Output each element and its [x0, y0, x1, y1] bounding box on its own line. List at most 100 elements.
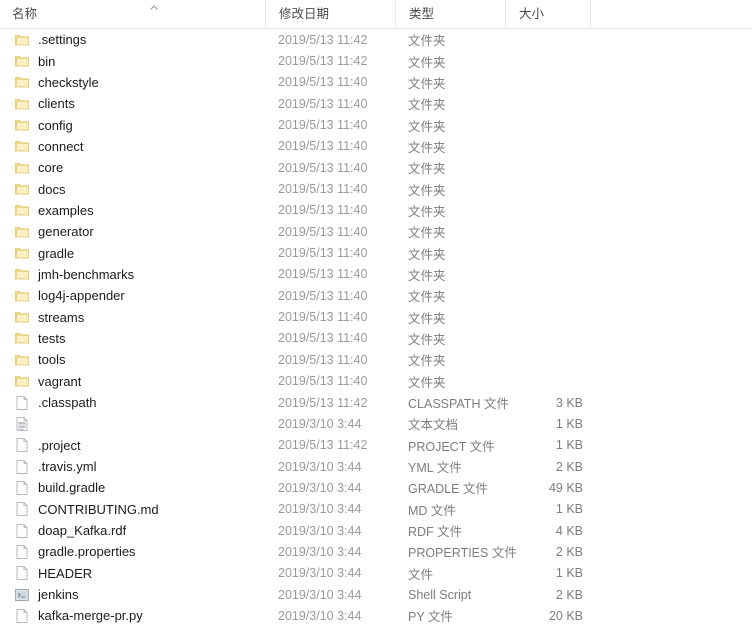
date-modified-cell: 2019/3/10 3:44: [278, 587, 362, 602]
file-type-cell: PROJECT 文件: [408, 439, 495, 454]
file-list-row[interactable]: vagrant 2019/5/13 11:40 文件夹: [0, 371, 752, 392]
file-list-row[interactable]: .travis.yml 2019/3/10 3:44 YML 文件 2 KB: [0, 456, 752, 477]
file-name-cell[interactable]: HEADER: [0, 565, 265, 581]
file-name-cell[interactable]: build.gradle: [0, 480, 265, 496]
file-name-cell[interactable]: core: [0, 160, 265, 176]
file-list-row[interactable]: CONTRIBUTING.md 2019/3/10 3:44 MD 文件 1 KB: [0, 499, 752, 520]
date-modified-cell: 2019/5/13 11:40: [278, 331, 368, 346]
file-list-row[interactable]: generator 2019/5/13 11:40 文件夹: [0, 221, 752, 242]
file-name-cell[interactable]: checkstyle: [0, 74, 265, 90]
file-type-cell: 文本文档: [408, 418, 459, 433]
file-list-row[interactable]: log4j-appender 2019/5/13 11:40 文件夹: [0, 285, 752, 306]
date-modified-cell: 2019/3/10 3:44: [278, 480, 362, 495]
file-name-label: kafka-merge-pr.py: [38, 608, 143, 624]
file-name-label: .project: [38, 437, 81, 453]
file-size-cell: 2 KB: [555, 544, 583, 559]
folder-icon: [14, 224, 30, 240]
file-explorer-list-view: 名称 修改日期 类型 大小 .settings 2019/5/13 11:42 文件…: [0, 0, 752, 624]
date-modified-cell: 2019/5/13 11:40: [278, 288, 368, 303]
folder-icon: [14, 181, 30, 197]
file-name-cell[interactable]: config: [0, 117, 265, 133]
column-header-right-divider: [590, 0, 591, 28]
date-modified-cell: 2019/3/10 3:44: [278, 544, 362, 559]
file-name-cell[interactable]: tests: [0, 330, 265, 346]
file-size-cell: 1 KB: [555, 438, 583, 453]
file-list-row[interactable]: jmh-benchmarks 2019/5/13 11:40 文件夹: [0, 264, 752, 285]
file-type-cell: 文件夹: [408, 375, 446, 390]
file-name-label: jenkins: [38, 587, 79, 603]
file-name-label: config: [38, 117, 73, 133]
file-icon: [14, 544, 30, 560]
file-list-row[interactable]: docs 2019/5/13 11:40 文件夹: [0, 178, 752, 199]
file-name-cell[interactable]: doap_Kafka.rdf: [0, 523, 265, 539]
file-list-row[interactable]: .settings 2019/5/13 11:42 文件夹: [0, 29, 752, 50]
folder-icon: [14, 202, 30, 218]
file-list-row[interactable]: clients 2019/5/13 11:40 文件夹: [0, 93, 752, 114]
file-list-row[interactable]: tools 2019/5/13 11:40 文件夹: [0, 349, 752, 370]
file-name-cell[interactable]: streams: [0, 309, 265, 325]
file-list-row[interactable]: doap_Kafka.rdf 2019/3/10 3:44 RDF 文件 4 KB: [0, 520, 752, 541]
file-name-label: generator: [38, 224, 94, 240]
folder-icon: [14, 330, 30, 346]
folder-icon: [14, 53, 30, 69]
column-header-name[interactable]: 名称: [0, 0, 265, 28]
file-name-cell[interactable]: log4j-appender: [0, 288, 265, 304]
file-name-label: .travis.yml: [38, 459, 97, 475]
file-list-row[interactable]: 2019/3/10 3:44 文本文档 1 KB: [0, 413, 752, 434]
file-list-row[interactable]: connect 2019/5/13 11:40 文件夹: [0, 136, 752, 157]
file-name-cell[interactable]: jmh-benchmarks: [0, 266, 265, 282]
file-type-cell: 文件夹: [408, 76, 446, 91]
file-name-cell[interactable]: jenkins: [0, 587, 265, 603]
file-name-cell[interactable]: docs: [0, 181, 265, 197]
file-name-cell[interactable]: examples: [0, 202, 265, 218]
file-list-row[interactable]: build.gradle 2019/3/10 3:44 GRADLE 文件 49 KB: [0, 477, 752, 498]
file-name-label: connect: [38, 138, 84, 154]
file-list-row[interactable]: streams 2019/5/13 11:40 文件夹: [0, 306, 752, 327]
file-size-cell: 2 KB: [555, 587, 583, 602]
file-name-label: docs: [38, 181, 66, 197]
file-list-row[interactable]: examples 2019/5/13 11:40 文件夹: [0, 200, 752, 221]
folder-icon: [14, 32, 30, 48]
file-name-label: tests: [38, 330, 66, 346]
folder-icon: [14, 245, 30, 261]
file-name-cell[interactable]: tools: [0, 352, 265, 368]
file-name-cell[interactable]: gradle.properties: [0, 544, 265, 560]
file-list-row[interactable]: checkstyle 2019/5/13 11:40 文件夹: [0, 72, 752, 93]
file-list-row[interactable]: .project 2019/5/13 11:42 PROJECT 文件 1 KB: [0, 435, 752, 456]
column-header-size-label: 大小: [519, 7, 545, 21]
file-list-row[interactable]: core 2019/5/13 11:40 文件夹: [0, 157, 752, 178]
file-list-row[interactable]: bin 2019/5/13 11:42 文件夹: [0, 50, 752, 71]
file-name-cell[interactable]: [0, 416, 265, 432]
file-list-row[interactable]: tests 2019/5/13 11:40 文件夹: [0, 328, 752, 349]
date-modified-cell: 2019/5/13 11:40: [278, 224, 368, 239]
file-name-cell[interactable]: kafka-merge-pr.py: [0, 608, 265, 624]
file-name-cell[interactable]: connect: [0, 138, 265, 154]
file-name-cell[interactable]: .settings: [0, 32, 265, 48]
file-name-cell[interactable]: .classpath: [0, 395, 265, 411]
column-header-type[interactable]: 类型: [395, 0, 505, 28]
file-list: .settings 2019/5/13 11:42 文件夹 bin 2019/5/13 …: [0, 29, 752, 627]
file-name-cell[interactable]: gradle: [0, 245, 265, 261]
file-list-row[interactable]: gradle 2019/5/13 11:40 文件夹: [0, 242, 752, 263]
file-name-cell[interactable]: .project: [0, 437, 265, 453]
file-type-cell: PY 文件: [408, 610, 453, 625]
file-name-cell[interactable]: vagrant: [0, 373, 265, 389]
file-list-row[interactable]: HEADER 2019/3/10 3:44 文件 1 KB: [0, 563, 752, 584]
file-name-cell[interactable]: CONTRIBUTING.md: [0, 501, 265, 517]
column-header-date-modified[interactable]: 修改日期: [265, 0, 395, 28]
file-type-cell: 文件夹: [408, 268, 446, 283]
file-list-row[interactable]: gradle.properties 2019/3/10 3:44 PROPERTIE…: [0, 541, 752, 562]
column-header-size[interactable]: 大小: [505, 0, 590, 28]
file-list-row[interactable]: .classpath 2019/5/13 11:42 CLASSPATH 文件 3 K…: [0, 392, 752, 413]
column-header-type-label: 类型: [409, 7, 435, 21]
file-list-row[interactable]: config 2019/5/13 11:40 文件夹: [0, 114, 752, 135]
file-name-cell[interactable]: .travis.yml: [0, 459, 265, 475]
file-name-cell[interactable]: generator: [0, 224, 265, 240]
date-modified-cell: 2019/5/13 11:40: [278, 139, 368, 154]
file-name-cell[interactable]: bin: [0, 53, 265, 69]
file-type-cell: 文件: [408, 567, 434, 582]
folder-icon: [14, 309, 30, 325]
file-list-row[interactable]: kafka-merge-pr.py 2019/3/10 3:44 PY 文件 20 K…: [0, 605, 752, 626]
file-name-cell[interactable]: clients: [0, 96, 265, 112]
file-list-row[interactable]: jenkins 2019/3/10 3:44 Shell Script 2 KB: [0, 584, 752, 605]
